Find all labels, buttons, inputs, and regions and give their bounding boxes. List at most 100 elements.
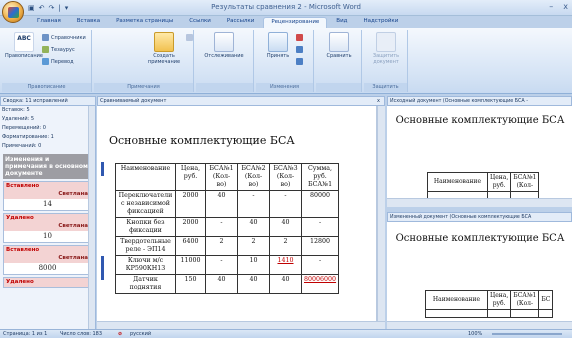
previous-change-icon[interactable] [296, 46, 303, 53]
table-header-cell: БСА№2 (Кол-во) [237, 163, 270, 191]
change-type: Удалено [4, 214, 91, 223]
research-icon [42, 34, 49, 41]
summary-stats: Вставок: 5 Удалений: 5 Перемещений: 0 Форма… [0, 106, 95, 151]
table-cell [425, 309, 488, 318]
protect-group: Защитить документ Защитить [364, 30, 408, 92]
compared-horizontal-scrollbar[interactable] [97, 321, 385, 329]
table-cell: 12800 [300, 236, 340, 256]
tab-Вставка[interactable]: Вставка [70, 17, 107, 28]
change-list: Вставлено Светлана 14 Удалено Светлана 10 Вста… [0, 181, 95, 288]
table-cell: Датчик поднятия [115, 274, 176, 294]
track-changes-button[interactable]: Отслеживание [204, 32, 244, 60]
change-type: Вставлено [4, 182, 91, 191]
table-cell: Кнопки без фиксации [115, 217, 176, 237]
table-cell: 2000 [175, 217, 206, 237]
table-cell: 40 [269, 217, 302, 237]
table-header-cell: БСА№1 (Кол- [510, 172, 540, 192]
translate-icon [42, 58, 49, 65]
save-icon[interactable]: ▣ [28, 4, 35, 12]
change-item[interactable]: Вставлено Светлана 14 [3, 181, 92, 211]
proofing-group-label: Правописание [2, 83, 91, 92]
compared-vertical-scrollbar[interactable] [377, 106, 385, 321]
zoom-slider[interactable] [492, 333, 562, 335]
table-header-cell: Наименование [115, 163, 176, 191]
tab-Ссылки[interactable]: Ссылки [182, 17, 218, 28]
table-header-cell: БСА№3 (Кол-во) [269, 163, 302, 191]
table-cell: - [237, 190, 270, 218]
close-pane-button[interactable]: x [377, 97, 380, 106]
zoom-level[interactable]: 100% [468, 330, 482, 338]
table-cell: 40 [205, 274, 238, 294]
thesaurus-button[interactable]: Тезаурус [42, 46, 75, 53]
table-header-cell: БС [538, 290, 554, 310]
table-cell: 6400 [175, 236, 206, 256]
page-indicator[interactable]: Страница: 1 из 1 [3, 330, 47, 338]
original-doc-header: Исходный документ (Основные комплектующи… [387, 96, 572, 106]
summary-scrollbar[interactable] [88, 106, 95, 329]
table-header-row: Наименование Цена, руб. БСА№1 (Кол- [427, 172, 540, 192]
tab-Рецензирование[interactable]: Рецензирование [263, 17, 328, 28]
table-header-cell: Цена, руб. [486, 172, 512, 192]
original-document[interactable]: Основные комплектующие БСА Наименование Ц… [387, 106, 572, 198]
table-cell: 2000 [175, 190, 206, 218]
tab-Вид[interactable]: Вид [329, 17, 354, 28]
change-item[interactable]: Вставлено Светлана 8000 [3, 245, 92, 275]
compared-doc-label: Сравниваемый документ [100, 98, 167, 104]
compare-group-label [316, 83, 361, 92]
summary-stat: Удалений: 5 [2, 116, 35, 122]
tracking-group-label [196, 83, 253, 92]
tab-Надстройки[interactable]: Надстройки [356, 17, 405, 28]
tab-Главная[interactable]: Главная [30, 17, 68, 28]
change-item[interactable]: Удалено Светлана 10 [3, 213, 92, 243]
revised-document[interactable]: Основные комплектующие БСА Наименование Ц… [387, 222, 572, 321]
summary-header: Сводка: 11 исправлений [0, 96, 96, 106]
compare-button[interactable]: Сравнить [319, 32, 359, 60]
tab-Рассылки[interactable]: Рассылки [220, 17, 262, 28]
word-count[interactable]: Число слов: 183 [60, 330, 102, 338]
quick-access-toolbar: ▣ ↶ ↷ | ▾ [28, 3, 68, 13]
accept-button[interactable]: Принять [258, 32, 298, 60]
table-header-cell: Цена, руб. [486, 290, 512, 310]
research-button[interactable]: Справочники [42, 34, 86, 41]
table-cell: 2 [269, 236, 302, 256]
table-cell: Переключатели с независимой фиксацией [115, 190, 176, 218]
next-change-icon[interactable] [296, 58, 303, 65]
title-bar: Результаты сравнения 2 - Microsoft Word … [0, 0, 572, 16]
comment-nav-icon[interactable] [186, 34, 193, 41]
proofing-error-icon[interactable]: ⊘ [118, 330, 122, 338]
office-button[interactable] [2, 1, 24, 23]
translate-button[interactable]: Перевод [42, 58, 74, 65]
status-bar: Страница: 1 из 1 Число слов: 183 ⊘ русск… [0, 329, 572, 338]
tab-Разметка страницы[interactable]: Разметка страницы [109, 17, 180, 28]
table-cell: - [269, 190, 302, 218]
table-row [425, 309, 554, 318]
table-cell: 40 [237, 217, 270, 237]
table-header-cell: Наименование [425, 290, 488, 310]
change-item[interactable]: Удалено [3, 277, 92, 288]
reject-icon[interactable] [296, 34, 303, 41]
close-button[interactable]: x [563, 2, 568, 11]
spelling-button[interactable]: ABC Правописание [4, 32, 44, 60]
table-cell: Твердотельные реле - ЭП14 [115, 236, 176, 256]
table-cell: 40 [205, 190, 238, 218]
table-cell [510, 309, 540, 318]
table-header-cell: БСА№1 (Кол- [510, 290, 540, 310]
undo-icon[interactable]: ↶ [39, 4, 45, 12]
change-value: 10 [43, 232, 52, 240]
changes-group: Принять Изменения [256, 30, 314, 92]
table-header-cell: Цена, руб. [175, 163, 206, 191]
new-comment-button[interactable]: Создать примечание [144, 32, 184, 66]
original-doc-title: Основные комплектующие БСА [395, 115, 565, 126]
table-cell [538, 309, 554, 318]
office-logo-icon [7, 6, 19, 18]
compared-document[interactable]: Основные комплектующие БСА Наименование Ц… [97, 106, 377, 321]
language-indicator[interactable]: русский [130, 330, 151, 338]
minimize-button[interactable]: – [549, 2, 553, 11]
redo-icon[interactable]: ↷ [49, 4, 55, 12]
original-scrollbar[interactable] [387, 198, 572, 207]
protect-document-button[interactable]: Защитить документ [366, 32, 406, 66]
accept-icon [268, 32, 288, 52]
table-cell: 40 [237, 274, 270, 294]
revised-scrollbar[interactable] [387, 321, 572, 329]
qat-more-icon[interactable]: ▾ [65, 4, 69, 12]
